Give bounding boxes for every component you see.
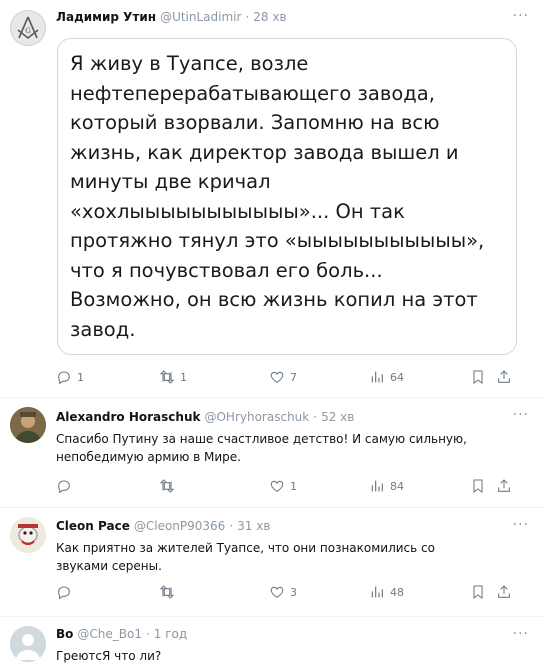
tweet-header: Ладимир Утин @UtinLadimir · 28 хв xyxy=(56,10,287,24)
image-text-line: что я почувствовал его боль... xyxy=(70,258,383,282)
like-button[interactable]: 1 xyxy=(269,478,297,494)
share-button[interactable] xyxy=(496,478,512,494)
share-button[interactable] xyxy=(496,584,512,600)
views-count: 48 xyxy=(390,585,404,599)
reply-button[interactable]: 1 xyxy=(56,369,84,385)
image-text-line: нефтеперерабатывающего завода, xyxy=(70,81,435,105)
reply-tweet[interactable]: Alexandro Horaschuk @OHryhoraschuk · 52 … xyxy=(0,397,543,508)
like-button[interactable]: 7 xyxy=(269,369,297,385)
retweet-icon xyxy=(159,370,175,384)
action-bar: 1 1 7 64 xyxy=(56,366,523,388)
separator-dot: · xyxy=(145,627,150,641)
reply-button[interactable] xyxy=(56,584,77,600)
action-bar: 3 48 xyxy=(56,581,523,603)
separator-dot: · xyxy=(245,10,250,24)
author-handle[interactable]: @UtinLadimir xyxy=(160,10,241,24)
tweet-header: Alexandro Horaschuk @OHryhoraschuk · 52 … xyxy=(56,410,354,424)
retweet-button[interactable] xyxy=(159,584,180,600)
avatar[interactable]: G xyxy=(10,10,46,46)
bookmark-button[interactable] xyxy=(470,584,486,600)
image-text-line: завод. xyxy=(70,317,136,341)
views-icon xyxy=(371,371,383,383)
retweet-button[interactable]: 1 xyxy=(159,369,187,385)
bookmark-icon xyxy=(473,370,483,385)
retweet-icon xyxy=(159,585,175,599)
more-icon[interactable]: ··· xyxy=(513,517,529,533)
share-icon xyxy=(498,585,510,598)
tweet-image[interactable]: Я живу в Туапсе, возле нефтеперерабатыва… xyxy=(57,38,517,355)
reply-icon xyxy=(58,371,70,385)
image-text-line: жизнь, как директор завода вышел и xyxy=(70,140,459,164)
retweet-button[interactable] xyxy=(159,478,180,494)
more-icon[interactable]: ··· xyxy=(513,626,529,642)
tweet-main[interactable]: G Ладимир Утин @UtinLadimir · 28 хв ··· … xyxy=(0,0,543,398)
tweet-header: Bo @Che_Bo1 · 1 год xyxy=(56,627,187,641)
timestamp[interactable]: 1 год xyxy=(154,627,187,641)
image-text-line: который взорвали. Запомню на всю xyxy=(70,111,440,134)
image-text: Я живу в Туапсе, возле нефтеперерабатыва… xyxy=(70,49,504,344)
masonic-emblem-icon: G xyxy=(17,16,39,40)
image-text-line: протяжно тянул это «ыыыыыыыыыыы», xyxy=(70,229,485,252)
heart-icon xyxy=(270,480,284,492)
cartoon-avatar-icon xyxy=(10,517,46,553)
author-name[interactable]: Ладимир Утин xyxy=(56,10,156,24)
separator-dot: · xyxy=(229,519,234,533)
views-count: 84 xyxy=(390,479,404,493)
author-name[interactable]: Cleon Pace xyxy=(56,519,130,533)
image-text-line: «хохлыыыыыыыыыыы»... Он так xyxy=(70,199,405,223)
timestamp[interactable]: 28 хв xyxy=(253,10,286,24)
image-text-line: Я живу в Туапсе, возле xyxy=(70,52,309,75)
author-name[interactable]: Alexandro Horaschuk xyxy=(56,410,200,424)
views-icon xyxy=(371,586,383,598)
avatar[interactable] xyxy=(10,517,46,553)
person-photo-icon xyxy=(10,407,46,443)
views-button[interactable]: 64 xyxy=(369,369,404,385)
bookmark-icon xyxy=(473,585,483,600)
reply-count: 1 xyxy=(77,370,84,384)
views-count: 64 xyxy=(390,370,404,384)
more-icon[interactable]: ··· xyxy=(513,407,529,423)
bookmark-button[interactable] xyxy=(470,369,486,385)
image-text-line: минуты две кричал xyxy=(70,170,271,193)
like-count: 1 xyxy=(290,479,297,493)
views-button[interactable]: 48 xyxy=(369,584,404,600)
tweet-text: Как приятно за жителей Туапсе, что они п… xyxy=(56,541,435,573)
like-count: 3 xyxy=(290,585,297,599)
bookmark-icon xyxy=(473,479,483,494)
share-button[interactable] xyxy=(496,369,512,385)
bookmark-button[interactable] xyxy=(470,478,486,494)
image-text-line: Возможно, он всю жизнь копил на этот xyxy=(70,288,478,311)
views-icon xyxy=(371,480,383,492)
author-handle[interactable]: @Che_Bo1 xyxy=(77,627,142,641)
reply-tweet[interactable]: Bo @Che_Bo1 · 1 год ··· ГреютсЯ что ли? xyxy=(0,616,543,672)
default-avatar-icon xyxy=(10,626,46,662)
share-icon xyxy=(498,370,510,383)
like-button[interactable]: 3 xyxy=(269,584,297,600)
reply-icon xyxy=(58,480,70,494)
retweet-icon xyxy=(159,479,175,493)
action-bar: 1 84 xyxy=(56,475,523,497)
reply-icon xyxy=(58,586,70,600)
heart-icon xyxy=(270,371,284,383)
avatar[interactable] xyxy=(10,626,46,662)
author-handle[interactable]: @CleonP90366 xyxy=(134,519,225,533)
timestamp[interactable]: 52 хв xyxy=(321,410,354,424)
tweet-text: ГреютсЯ что ли? xyxy=(56,649,162,663)
separator-dot: · xyxy=(313,410,318,424)
retweet-count: 1 xyxy=(180,370,187,384)
reply-tweet[interactable]: Cleon Pace @CleonP90366 · 31 хв ··· Как … xyxy=(0,507,543,617)
tweet-text: Спасибо Путину за наше счастливое детств… xyxy=(56,432,467,464)
avatar[interactable] xyxy=(10,407,46,443)
tweet-header: Cleon Pace @CleonP90366 · 31 хв xyxy=(56,519,270,533)
author-name[interactable]: Bo xyxy=(56,627,73,641)
timestamp[interactable]: 31 хв xyxy=(237,519,270,533)
svg-text:G: G xyxy=(25,27,31,35)
views-button[interactable]: 84 xyxy=(369,478,404,494)
like-count: 7 xyxy=(290,370,297,384)
share-icon xyxy=(498,479,510,492)
reply-button[interactable] xyxy=(56,478,77,494)
author-handle[interactable]: @OHryhoraschuk xyxy=(204,410,309,424)
more-icon[interactable]: ··· xyxy=(513,8,529,24)
heart-icon xyxy=(270,586,284,598)
